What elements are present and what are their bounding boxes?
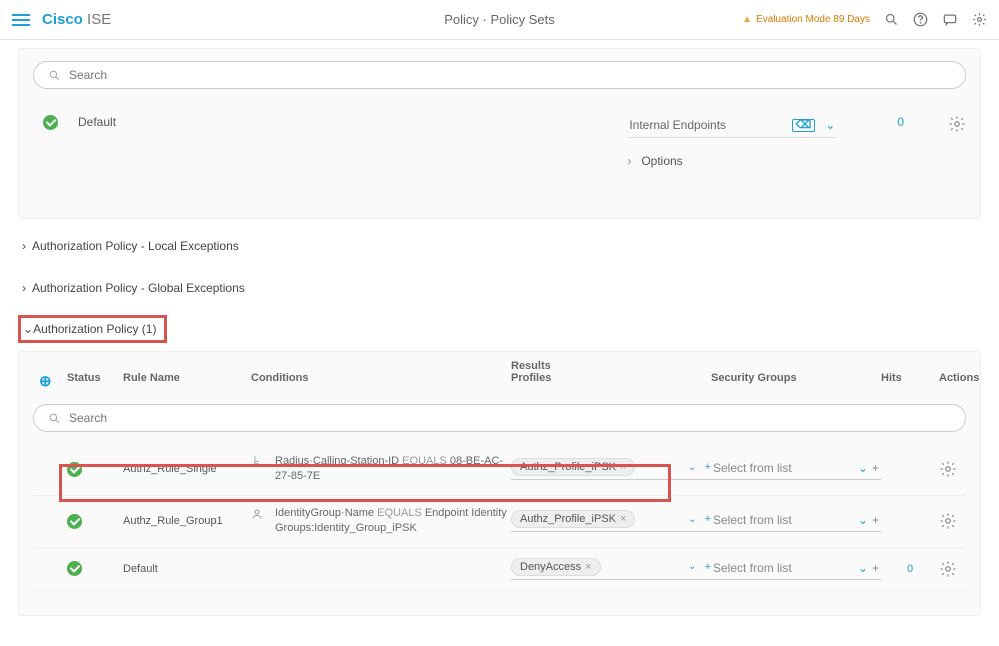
status-check-icon: [67, 462, 82, 477]
row-actions-gear-icon[interactable]: [939, 560, 997, 578]
table-search-box[interactable]: [33, 404, 966, 432]
chevron-down-icon: ⌄: [858, 561, 868, 575]
section-authorization-policy[interactable]: ⌄Authorization Policy (1): [18, 315, 981, 343]
add-icon[interactable]: +: [872, 561, 879, 575]
search-icon: [48, 412, 61, 425]
add-icon[interactable]: +: [872, 513, 879, 527]
profile-select[interactable]: Authz_Profile_iPSK× ⌄+: [511, 458, 711, 480]
person-icon: [251, 508, 265, 520]
status-check-icon: [43, 115, 58, 130]
row-actions-gear-icon[interactable]: [939, 460, 997, 478]
chevron-down-icon: ⌄: [688, 514, 696, 525]
security-group-select[interactable]: Select from list⌄+: [711, 558, 881, 580]
table-header: Results ⊕ Status Rule Name Conditions Pr…: [33, 360, 966, 398]
condition-cell[interactable]: IdentityGroup·Name EQUALS Endpoint Ident…: [251, 506, 511, 537]
add-icon[interactable]: +: [872, 461, 879, 475]
top-bar: Cisco ISE Policy · Policy Sets ▲ Evaluat…: [0, 0, 999, 40]
add-rule-button[interactable]: ⊕: [39, 372, 67, 390]
profile-select[interactable]: DenyAccess× ⌄+: [511, 558, 711, 580]
section-local-exceptions[interactable]: ›Authorization Policy - Local Exceptions: [18, 231, 981, 261]
rule-name-label: Default: [78, 115, 116, 129]
rule-name[interactable]: Default: [123, 563, 251, 575]
table-row: Authz_Rule_Single ╘ Radius·Calling-Stati…: [33, 444, 966, 496]
status-check-icon: [67, 514, 82, 529]
clear-icon[interactable]: ⌫: [792, 119, 816, 132]
brand: Cisco ISE: [42, 11, 111, 28]
chevron-down-icon: ⌄: [688, 462, 696, 473]
rule-name[interactable]: Authz_Rule_Single: [123, 463, 251, 475]
policy-table: Results ⊕ Status Rule Name Conditions Pr…: [18, 351, 981, 616]
security-group-select[interactable]: Select from list⌄+: [711, 458, 881, 480]
row-actions-gear-icon[interactable]: [948, 115, 966, 133]
chat-icon[interactable]: [942, 12, 958, 27]
condition-cell[interactable]: ╘ Radius·Calling-Station-ID EQUALS 08-BE…: [251, 454, 511, 485]
page-body: Default Internal Endpoints ⌫ ⌄ › Options…: [0, 48, 999, 646]
search-input[interactable]: [69, 68, 951, 82]
section-global-exceptions[interactable]: ›Authorization Policy - Global Exception…: [18, 273, 981, 303]
help-icon[interactable]: [913, 12, 928, 27]
search-box[interactable]: [33, 61, 966, 89]
chevron-down-icon: ⌄: [23, 322, 33, 336]
chevron-down-icon: ⌄: [688, 561, 696, 572]
hits-count: 0: [897, 115, 904, 129]
chevron-right-icon: ›: [22, 239, 26, 253]
remove-icon[interactable]: ×: [620, 513, 626, 525]
warning-icon: ▲: [742, 14, 752, 25]
default-rule-row: Default Internal Endpoints ⌫ ⌄ › Options…: [33, 101, 966, 194]
identity-source-dropdown[interactable]: Internal Endpoints ⌫ ⌄: [627, 115, 837, 138]
condition-icon: ╘: [251, 456, 265, 471]
chevron-down-icon: ⌄: [858, 513, 868, 527]
authorization-policy-highlight: ⌄Authorization Policy (1): [18, 315, 167, 343]
table-search-input[interactable]: [69, 411, 951, 425]
status-check-icon: [67, 561, 82, 576]
identity-source-stack: Internal Endpoints ⌫ ⌄ › Options: [627, 115, 837, 168]
profile-select[interactable]: Authz_Profile_iPSK× ⌄+: [511, 510, 711, 532]
row-actions-gear-icon[interactable]: [939, 512, 997, 530]
eval-mode-badge[interactable]: ▲ Evaluation Mode 89 Days: [742, 14, 870, 25]
rule-name[interactable]: Authz_Rule_Group1: [123, 515, 251, 527]
search-icon: [48, 69, 61, 82]
chevron-down-icon: ⌄: [858, 461, 868, 475]
chevron-down-icon: ⌄: [825, 118, 835, 132]
security-group-select[interactable]: Select from list⌄+: [711, 510, 881, 532]
breadcrumb: Policy · Policy Sets: [444, 12, 555, 27]
table-row: Authz_Rule_Group1 IdentityGroup·Name EQU…: [33, 496, 966, 548]
upper-card: Default Internal Endpoints ⌫ ⌄ › Options…: [18, 48, 981, 219]
options-toggle[interactable]: › Options: [627, 154, 837, 168]
settings-icon[interactable]: [972, 12, 987, 27]
remove-icon[interactable]: ×: [620, 461, 626, 473]
table-row: Default DenyAccess× ⌄+ Select from list⌄…: [33, 548, 966, 591]
remove-icon[interactable]: ×: [585, 561, 591, 573]
chevron-right-icon: ›: [627, 154, 631, 168]
chevron-right-icon: ›: [22, 281, 26, 295]
search-icon[interactable]: [884, 12, 899, 27]
menu-icon[interactable]: [12, 14, 30, 26]
hits-count: 0: [881, 563, 939, 575]
